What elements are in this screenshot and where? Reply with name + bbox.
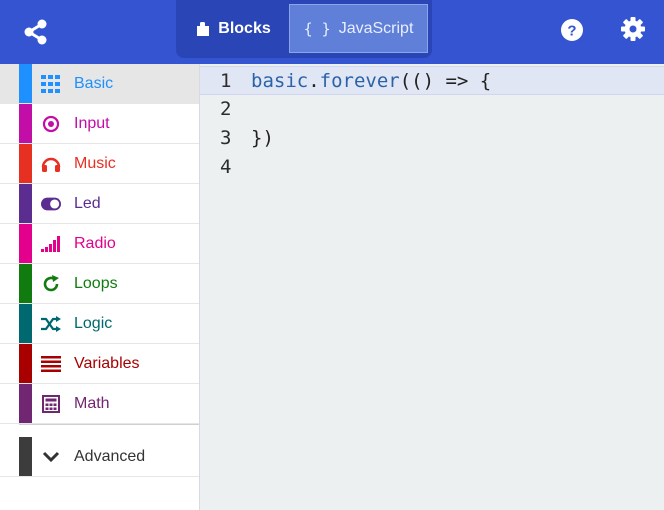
- chevron-down-icon: [41, 447, 61, 467]
- blocks-label: Blocks: [218, 19, 271, 37]
- toggle-icon: [41, 194, 61, 214]
- category-label: Logic: [74, 315, 113, 332]
- category-label: Basic: [74, 75, 114, 92]
- braces-icon: { }: [303, 19, 331, 38]
- code-text: basic.forever(() => {: [251, 67, 491, 96]
- category-color-bar: [19, 384, 32, 423]
- code-line[interactable]: 1 basic.forever(() => {: [200, 66, 664, 95]
- line-number: 1: [220, 70, 232, 92]
- category-color-bar: [19, 304, 32, 343]
- code-function: forever: [319, 70, 400, 92]
- category-math[interactable]: Math: [0, 384, 199, 424]
- category-label: Math: [74, 395, 110, 412]
- category-label: Input: [74, 115, 110, 132]
- category-variables[interactable]: Variables: [0, 344, 199, 384]
- code-line[interactable]: 4: [200, 153, 664, 182]
- category-advanced[interactable]: Advanced: [0, 437, 199, 477]
- category-color-bar: [19, 104, 32, 143]
- target-icon: [41, 114, 61, 134]
- share-icon[interactable]: [20, 16, 52, 48]
- code-line[interactable]: 2: [200, 95, 664, 124]
- javascript-button[interactable]: { } JavaScript: [289, 4, 428, 53]
- category-color-bar: [19, 224, 32, 263]
- line-number: 2: [220, 98, 232, 120]
- grid-icon: [41, 74, 61, 94]
- code-line[interactable]: 3 }): [200, 124, 664, 153]
- toolbox-sidebar: Basic Input Music Led Radio Loops Logic …: [0, 64, 200, 510]
- category-color-bar: [19, 344, 32, 383]
- category-label: Loops: [74, 275, 118, 292]
- code-text: }): [251, 127, 274, 149]
- category-music[interactable]: Music: [0, 144, 199, 184]
- help-icon[interactable]: ?: [559, 17, 585, 43]
- category-radio[interactable]: Radio: [0, 224, 199, 264]
- shuffle-icon: [41, 314, 61, 334]
- category-label: Variables: [74, 355, 140, 372]
- blocks-button[interactable]: Blocks: [181, 4, 286, 53]
- top-header: Blocks { } JavaScript ?: [0, 0, 664, 64]
- puzzle-icon: [196, 21, 210, 37]
- code-dot: .: [308, 70, 320, 92]
- signal-icon: [41, 234, 61, 254]
- advanced-divider: [19, 424, 199, 433]
- category-led[interactable]: Led: [0, 184, 199, 224]
- line-number: 3: [220, 127, 232, 149]
- category-color-bar: [19, 64, 32, 103]
- category-color-bar: [19, 437, 32, 476]
- category-label: Radio: [74, 235, 116, 252]
- editor-mode-switch: Blocks { } JavaScript: [176, 0, 432, 58]
- category-logic[interactable]: Logic: [0, 304, 199, 344]
- category-color-bar: [19, 264, 32, 303]
- headphones-icon: [41, 154, 61, 174]
- category-loops[interactable]: Loops: [0, 264, 199, 304]
- code-object: basic: [251, 70, 309, 92]
- category-input[interactable]: Input: [0, 104, 199, 144]
- svg-text:?: ?: [567, 23, 576, 40]
- line-number: 4: [220, 156, 232, 178]
- category-color-bar: [19, 144, 32, 183]
- category-label: Music: [74, 155, 116, 172]
- category-color-bar: [19, 184, 32, 223]
- gear-icon[interactable]: [620, 16, 646, 42]
- category-label: Led: [74, 195, 101, 212]
- list-icon: [41, 354, 61, 374]
- code-editor[interactable]: 1 basic.forever(() => { 2 3 }) 4: [200, 64, 664, 510]
- calculator-icon: [41, 394, 61, 414]
- category-label: Advanced: [74, 448, 146, 465]
- code-rest: (() => {: [399, 70, 492, 92]
- category-basic[interactable]: Basic: [0, 64, 199, 104]
- javascript-label: JavaScript: [338, 19, 414, 37]
- loop-icon: [41, 274, 61, 294]
